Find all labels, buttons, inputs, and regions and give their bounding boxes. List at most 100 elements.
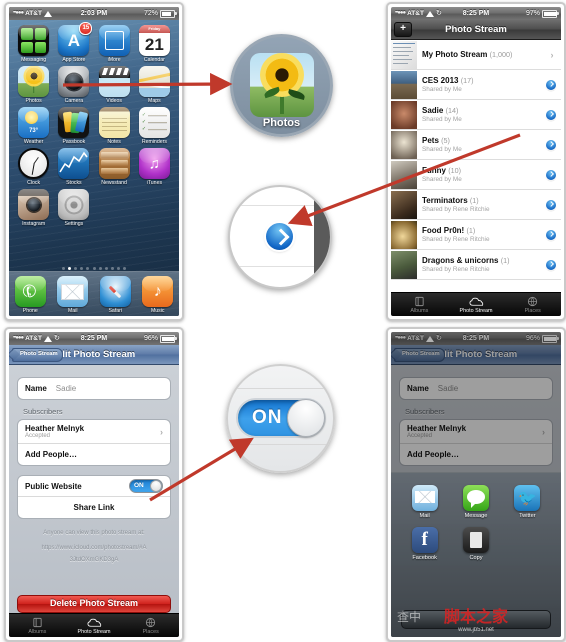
tab-photo-stream[interactable]: Photo Stream bbox=[66, 617, 123, 635]
row-subtitle: Shared by Me bbox=[422, 146, 462, 153]
row-thumbnail bbox=[391, 100, 417, 129]
table-row[interactable]: Food Pr0n! (1) Shared by Rene Ritchie bbox=[391, 220, 561, 250]
battery-percent: 97% bbox=[525, 10, 540, 17]
row-thumbnail bbox=[391, 190, 417, 219]
table-row[interactable]: Pets (5) Shared by Me bbox=[391, 130, 561, 160]
cloud-icon bbox=[66, 617, 123, 628]
edit-form: Name Sadie Subscribers Heather Melnyk Ac… bbox=[9, 365, 179, 613]
app-settings[interactable]: Settings bbox=[56, 189, 91, 227]
videos-icon bbox=[98, 66, 130, 97]
subscriber-name: Heather Melnyk bbox=[25, 424, 85, 433]
battery-icon bbox=[542, 9, 559, 18]
subscriber-row[interactable]: Heather Melnyk Accepted › bbox=[18, 420, 170, 444]
name-group: Name Sadie bbox=[399, 377, 553, 400]
share-option-twitter[interactable]: 🐦 Twitter bbox=[502, 485, 553, 519]
app-calendar[interactable]: Friday 21 Calendar bbox=[137, 25, 172, 63]
app-label: Mail bbox=[67, 308, 78, 314]
blue-disclosure-arrow-icon[interactable] bbox=[546, 139, 556, 150]
dock-item-mail[interactable]: Mail bbox=[57, 276, 89, 314]
app-imore[interactable]: iMore bbox=[97, 25, 132, 63]
tab-albums[interactable]: Albums bbox=[391, 296, 448, 314]
tab-label: Albums bbox=[410, 307, 429, 314]
nav-bar-share: Photo Stream Edit Photo Stream bbox=[391, 345, 561, 365]
app-photos[interactable]: Photos bbox=[16, 66, 51, 104]
share-option-label: Facebook bbox=[412, 555, 437, 562]
app-clock[interactable]: Clock bbox=[16, 148, 51, 186]
table-row[interactable]: Terminators (1) Shared by Rene Ritchie bbox=[391, 190, 561, 220]
row-count: (1) bbox=[469, 196, 479, 205]
safari-icon bbox=[99, 276, 131, 307]
settings-icon bbox=[58, 189, 90, 220]
name-row[interactable]: Name Sadie bbox=[18, 378, 170, 399]
add-people-row[interactable]: Add People… bbox=[18, 444, 170, 465]
app-app-store[interactable]: A 15 App Store bbox=[56, 22, 93, 63]
callout-photos-label: Photos bbox=[262, 117, 301, 129]
app-weather[interactable]: 73° Weather bbox=[16, 107, 51, 145]
tab-albums[interactable]: Albums bbox=[9, 617, 66, 635]
app-messaging[interactable]: Messaging bbox=[16, 25, 51, 63]
app-label: iTunes bbox=[146, 180, 163, 186]
row-count: (14) bbox=[445, 106, 459, 115]
dock: ✆ Phone Mail Safari ♪ Music bbox=[9, 271, 179, 316]
rotation-lock-icon: ↻ bbox=[435, 10, 442, 17]
blue-disclosure-arrow-icon[interactable] bbox=[546, 199, 556, 210]
albums-icon bbox=[9, 617, 66, 628]
app-notes[interactable]: Notes bbox=[97, 107, 132, 145]
home-screen: Messaging A 15 App Store iMore Friday 21… bbox=[9, 20, 179, 316]
delete-photo-stream-button[interactable]: Delete Photo Stream bbox=[17, 595, 171, 613]
share-link-label: Share Link bbox=[73, 503, 115, 512]
app-passbook[interactable]: Passbook bbox=[56, 107, 91, 145]
blue-disclosure-arrow-icon[interactable] bbox=[546, 229, 556, 240]
toggle-knob bbox=[150, 480, 162, 492]
share-option-facebook[interactable]: f Facebook bbox=[399, 527, 450, 561]
app-videos[interactable]: Videos bbox=[97, 66, 132, 104]
table-row[interactable]: My Photo Stream (1,000) › bbox=[391, 40, 561, 70]
table-row[interactable]: Sadie (14) Shared by Me bbox=[391, 100, 561, 130]
tab-places[interactable]: Places bbox=[122, 617, 179, 635]
share-option-copy[interactable]: Copy bbox=[450, 527, 501, 561]
tab-bar-edit: Albums Photo Stream Places bbox=[9, 613, 179, 637]
phone-icon: ✆ bbox=[14, 276, 46, 307]
subscriber-status: Accepted bbox=[25, 433, 51, 439]
add-photo-stream-button[interactable]: + bbox=[394, 22, 412, 37]
blue-disclosure-arrow-icon[interactable] bbox=[546, 79, 556, 90]
blue-disclosure-arrow-icon[interactable] bbox=[546, 259, 556, 270]
phone-photo-stream: ••●●● AT&T ↻ 8:25 PM 97% + Photo Stream bbox=[386, 2, 566, 321]
screenshot-canvas: ••●●● AT&T 2:03 PM 72% Messaging A 15 Ap… bbox=[0, 0, 566, 642]
back-button[interactable]: Photo Stream bbox=[394, 347, 445, 362]
wifi-icon bbox=[43, 10, 52, 17]
share-option-mail[interactable]: Mail bbox=[399, 485, 450, 519]
add-people-label: Add People… bbox=[407, 450, 460, 459]
share-sheet: Mail Message 🐦 Twitter f Facebook Copy bbox=[391, 472, 561, 637]
public-website-row: Public Website ON bbox=[18, 476, 170, 497]
app-label: App Store bbox=[62, 57, 86, 63]
row-count: (1) bbox=[466, 226, 476, 235]
tab-places[interactable]: Places bbox=[504, 296, 561, 314]
public-website-toggle[interactable]: ON bbox=[129, 479, 163, 493]
back-button[interactable]: Photo Stream bbox=[12, 347, 63, 362]
app-maps[interactable]: Maps bbox=[137, 66, 172, 104]
table-row[interactable]: Funny (10) Shared by Me bbox=[391, 160, 561, 190]
share-option-message[interactable]: Message bbox=[450, 485, 501, 519]
row-subtitle: Shared by Rene Ritchie bbox=[422, 236, 490, 243]
dock-item-music[interactable]: ♪ Music bbox=[142, 276, 174, 314]
camera-icon bbox=[58, 66, 90, 97]
blue-disclosure-arrow-icon[interactable] bbox=[546, 169, 556, 180]
app-camera[interactable]: Camera bbox=[56, 66, 91, 104]
share-link-row[interactable]: Share Link bbox=[18, 497, 170, 518]
cancel-button[interactable] bbox=[401, 610, 551, 629]
message-icon bbox=[462, 485, 489, 512]
app-instagram[interactable]: Instagram bbox=[16, 189, 51, 227]
blue-disclosure-arrow-icon[interactable] bbox=[546, 109, 556, 120]
table-row[interactable]: Dragons & unicorns (1) Shared by Rene Ri… bbox=[391, 250, 561, 280]
table-row[interactable]: CES 2013 (17) Shared by Me bbox=[391, 70, 561, 100]
app-newsstand[interactable]: Newsstand bbox=[97, 148, 132, 186]
app-stocks[interactable]: Stocks bbox=[56, 148, 91, 186]
app-itunes[interactable]: ♫ iTunes bbox=[137, 148, 172, 186]
badge-count: 15 bbox=[79, 22, 93, 35]
dock-item-phone[interactable]: ✆ Phone bbox=[14, 276, 46, 314]
name-label: Name bbox=[407, 384, 429, 393]
dock-item-safari[interactable]: Safari bbox=[99, 276, 131, 314]
app-reminders[interactable]: ✓ ✓ ✓ Reminders bbox=[137, 107, 172, 145]
tab-photo-stream[interactable]: Photo Stream bbox=[448, 296, 505, 314]
